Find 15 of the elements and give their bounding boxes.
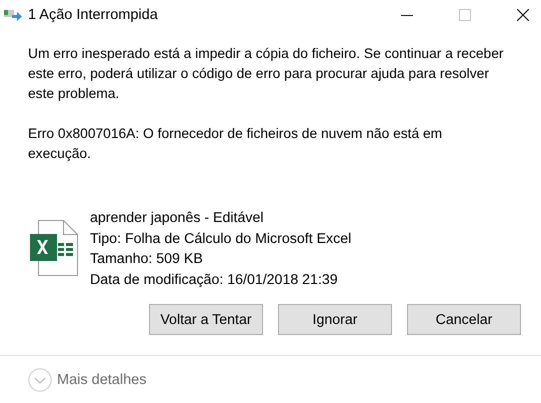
more-details-toggle[interactable]: Mais detalhes: [28, 368, 146, 392]
file-detail: Tamanho: 509 KB: [90, 250, 204, 269]
dialog-button[interactable]: Cancelar: [407, 304, 521, 335]
chevron-icon: [28, 368, 52, 392]
dialog-button[interactable]: Voltar a Tentar: [149, 304, 263, 335]
copy-progress-icon: [4, 8, 22, 22]
file-name: aprender japonês - Editável: [90, 209, 265, 228]
file-detail: Data de modificação: 16/01/2018 21:39: [90, 270, 339, 290]
spreadsheet-file-icon: [28, 220, 80, 276]
window-title: 1 Ação Interrompida: [28, 7, 158, 23]
error-message: Um erro inesperado está a impedir a cópia do ficheiro. Se continuar a receber este erro, poderá utilizar o código de erro para procurar ajuda para resolver este problema.: [28, 45, 504, 103]
dialog-button[interactable]: Ignorar: [278, 304, 392, 335]
close-icon[interactable]: [517, 9, 529, 21]
file-detail: Tipo: Folha de Cálculo do Microsoft Excel: [90, 230, 352, 248]
error-code-text: Erro 0x8007016A: O fornecedor de ficheiros de nuvem não está em execução.: [28, 125, 444, 163]
